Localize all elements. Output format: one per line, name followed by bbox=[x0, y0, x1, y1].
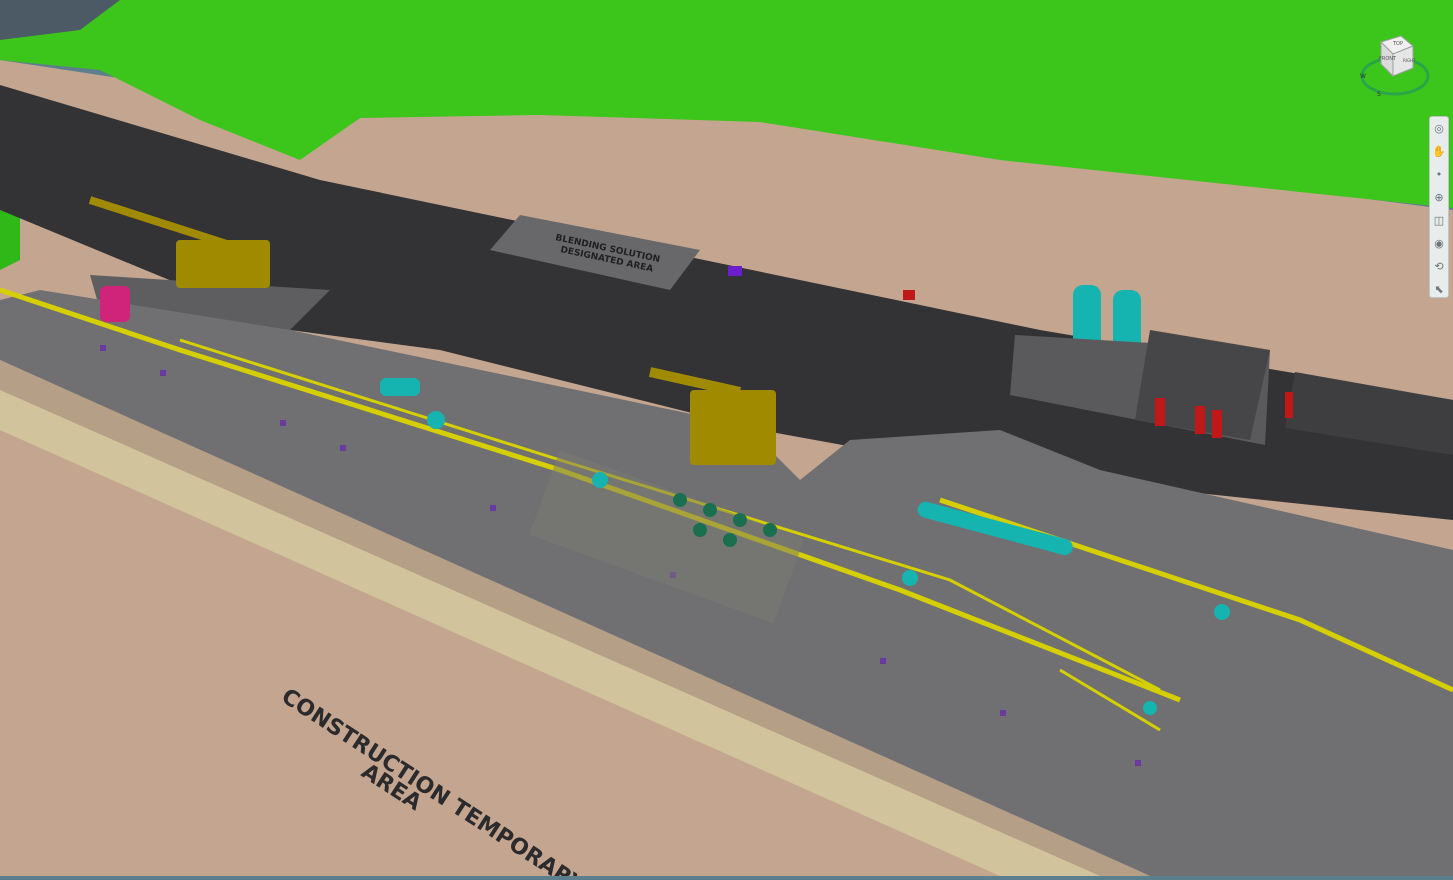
orbit-icon[interactable]: • bbox=[1430, 164, 1448, 186]
viewcube-front-label: FRONT bbox=[1379, 56, 1397, 62]
compass-w-label: W bbox=[1360, 73, 1366, 80]
look-icon[interactable]: ◉ bbox=[1430, 233, 1448, 255]
zoom-icon[interactable]: ⊕ bbox=[1430, 187, 1448, 209]
3d-viewport[interactable]: BLENDING SOLUTION DESIGNATED AREA CONSTR… bbox=[0, 0, 1453, 880]
purple-marker bbox=[728, 266, 742, 276]
zoom-window-icon[interactable]: ◫ bbox=[1430, 210, 1448, 232]
viewcube[interactable]: TOP FRONT RIGHT W S bbox=[1357, 28, 1433, 104]
magenta-tank[interactable] bbox=[100, 286, 130, 322]
model-scene[interactable]: BLENDING SOLUTION DESIGNATED AREA CONSTR… bbox=[0, 0, 1453, 880]
viewcube-top-label: TOP bbox=[1392, 41, 1403, 47]
red-marker bbox=[903, 290, 915, 300]
pan-icon[interactable]: ✋ bbox=[1430, 141, 1448, 163]
walk-icon[interactable]: ⟲ bbox=[1430, 256, 1448, 278]
navigation-bar[interactable]: ◎ ✋ • ⊕ ◫ ◉ ⟲ ⬉ bbox=[1429, 116, 1449, 298]
viewcube-right-label: RIGHT bbox=[1403, 58, 1416, 63]
compass-s-label: S bbox=[1377, 91, 1381, 98]
select-icon[interactable]: ⬉ bbox=[1430, 279, 1448, 301]
steering-wheel-icon[interactable]: ◎ bbox=[1430, 118, 1448, 140]
